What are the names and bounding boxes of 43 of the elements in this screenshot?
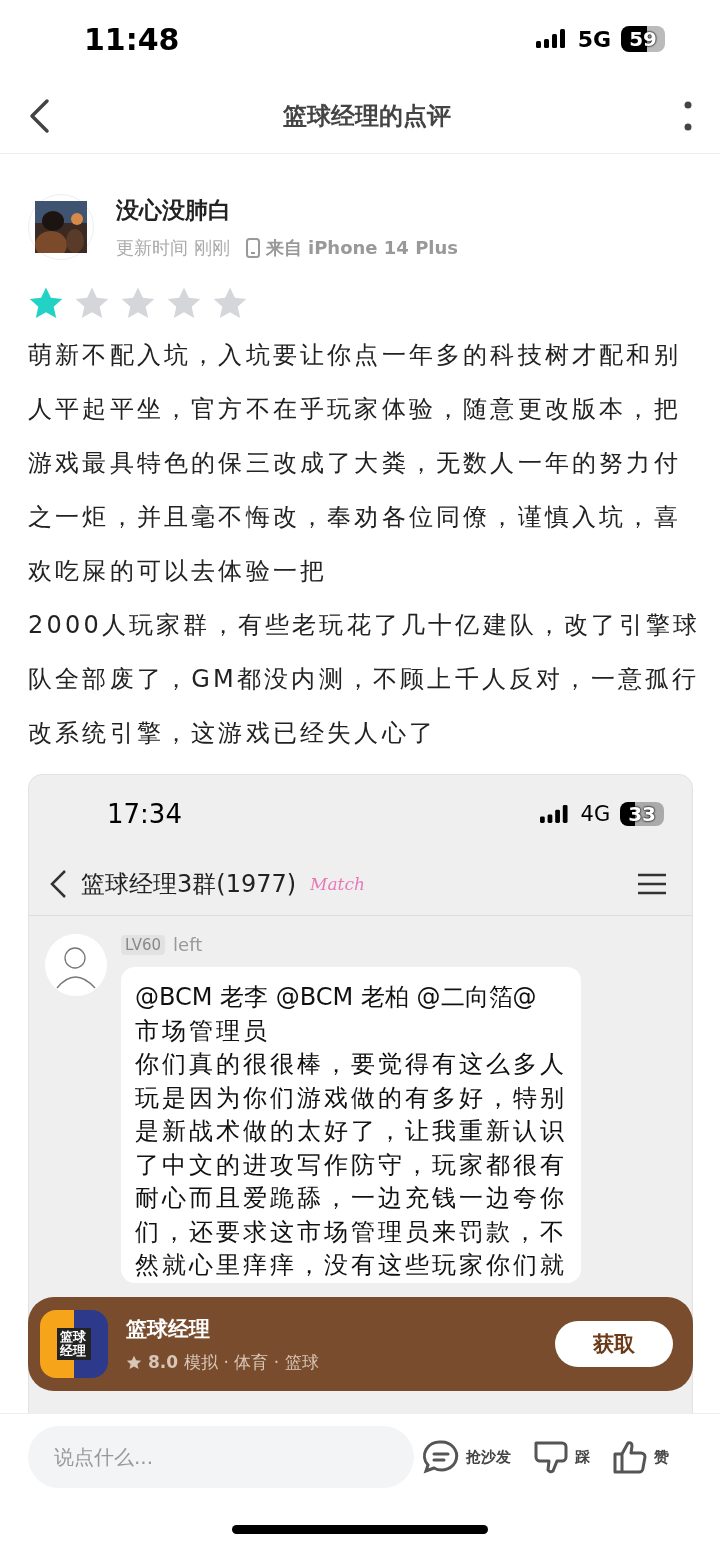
page-title: 篮球经理的点评 <box>283 100 451 132</box>
level-badge: LV60 <box>121 934 166 955</box>
star-icon <box>166 286 202 320</box>
device-label: 来自 iPhone 14 Plus <box>265 235 459 260</box>
dislike-button[interactable]: 踩 <box>533 1439 590 1475</box>
app-rating: 8.0 <box>148 1352 179 1372</box>
sender-name: left <box>173 934 203 955</box>
update-time: 更新时间 刚刚 <box>116 235 230 260</box>
like-button[interactable]: 赞 <box>612 1439 669 1475</box>
chat-title: 篮球经理3群(1977) <box>81 869 297 900</box>
signal-icon <box>535 29 568 49</box>
phone-icon <box>245 237 260 258</box>
review-text: 萌新不配入坑，入坑要让你点一年多的科技树才配和别人平起平坐，官方不在乎玩家体验，随意更改版本，把游戏最具特色的保三改成了大粪，无数人一年的努力付之一炬，并且毫不悔改，奉劝各位同僚，谨慎入坑，喜欢吃屎的可以去体验一把 <box>28 340 682 587</box>
menu-icon <box>638 873 666 895</box>
back-icon <box>49 869 67 899</box>
network-label: 5G <box>577 26 612 52</box>
message-text: 市场管理员 <box>135 1015 271 1047</box>
thumbs-up-icon <box>612 1439 648 1475</box>
chat-tag: Match <box>310 874 365 894</box>
message-text: @BCM 老李 @BCM 老柏 @二向箔@ <box>135 982 538 1013</box>
star-icon <box>212 286 248 320</box>
comment-icon <box>422 1439 460 1475</box>
message-text: 你们真的很很棒，要觉得有这么多人玩是因为你们游戏做的有多好，特别是新战术做的太好了，让我重新认识了中文的进攻写作防守，玩家都很有耐心而且爱跪舔，一边充钱一边夸你们，还要求这市场管理员来罚款，不然就心里痒痒，没有这些玩家你们就 <box>135 1049 567 1281</box>
star-icon <box>120 286 156 320</box>
app-icon: 篮球经理 <box>40 1310 108 1378</box>
app-name: 篮球经理 <box>126 1315 211 1343</box>
author-name[interactable]: 没心没肺白 <box>116 194 459 226</box>
status-time: 11:48 <box>84 21 180 57</box>
review-text: 2000人玩家群，有些老玩花了几十亿建队，改了引擎球队全部废了，GM都没内测，不顾上千人反对，一意孤行改系统引擎，这游戏已经失人心了 <box>28 610 702 749</box>
star-icon <box>74 286 110 320</box>
signal-icon <box>540 804 571 824</box>
thumbs-down-icon <box>533 1439 569 1475</box>
status-time: 17:34 <box>107 799 182 829</box>
app-tags: 模拟 · 体育 · 篮球 <box>184 1350 319 1374</box>
app-card[interactable]: 篮球经理 篮球经理 8.0 模拟 · 体育 · 篮球 获取 <box>28 1297 693 1391</box>
get-button[interactable]: 获取 <box>555 1321 673 1367</box>
star-icon <box>126 1354 142 1370</box>
comment-field[interactable]: 说点什么... <box>28 1426 414 1488</box>
network-label: 4G <box>580 802 611 826</box>
star-icon <box>28 286 64 320</box>
more-icon[interactable] <box>684 100 692 131</box>
back-icon[interactable] <box>28 97 50 134</box>
comment-button[interactable]: 抢沙发 <box>422 1439 511 1475</box>
